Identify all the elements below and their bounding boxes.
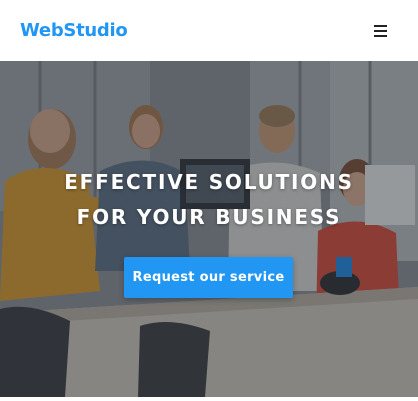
page-bottom-edge (0, 397, 418, 401)
hero-section: EFFECTIVE SOLUTIONS FOR YOUR BUSINESS Re… (0, 61, 418, 397)
logo[interactable]: WebStudio (20, 20, 128, 41)
request-service-button[interactable]: Request our service (124, 257, 293, 298)
menu-bar (374, 34, 387, 37)
hamburger-menu-icon[interactable] (370, 20, 392, 42)
menu-bar (374, 24, 387, 27)
site-header: WebStudio (0, 0, 418, 61)
hero-title-line-1: EFFECTIVE SOLUTIONS (64, 170, 354, 194)
hero-title: EFFECTIVE SOLUTIONS FOR YOUR BUSINESS (0, 165, 418, 235)
hero-title-line-2: FOR YOUR BUSINESS (76, 205, 342, 229)
menu-bar (374, 29, 387, 32)
logo-studio: Studio (63, 20, 128, 41)
logo-web: Web (20, 20, 64, 41)
